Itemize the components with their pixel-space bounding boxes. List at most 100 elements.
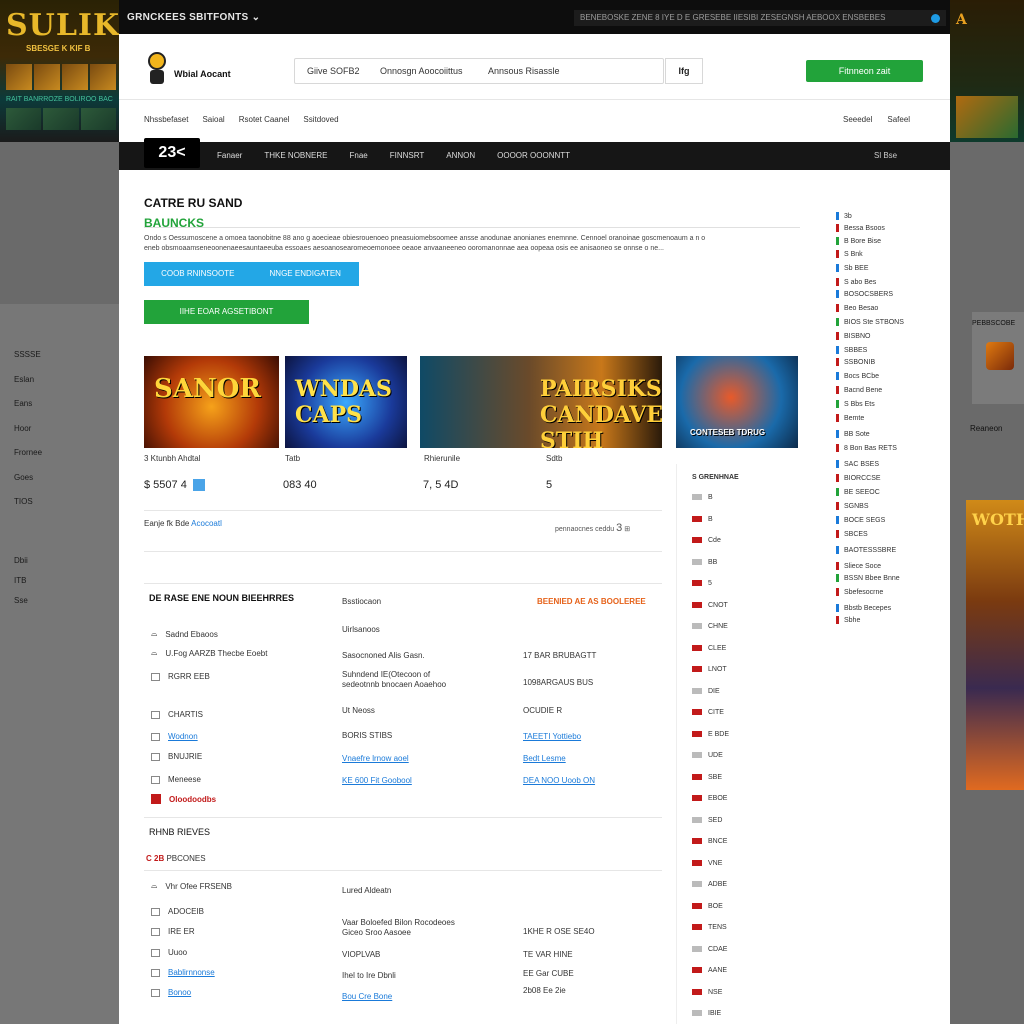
nav-item[interactable]: Fnae xyxy=(349,151,367,160)
left-side-item[interactable]: Goes xyxy=(14,473,42,498)
secondary-list-item[interactable]: VNE xyxy=(692,860,722,867)
left-side-item[interactable]: TIOS xyxy=(14,497,42,522)
left-side-item[interactable]: Eslan xyxy=(14,375,42,400)
sidebar-list-item[interactable]: Bemte xyxy=(836,414,864,422)
secondary-list-item[interactable]: LNOT xyxy=(692,666,727,673)
game-card-image[interactable]: PAIRSIKS CANDAVE STIH xyxy=(420,356,662,448)
list-item-detail[interactable]: Vnaefre lrnow aoel xyxy=(342,754,409,764)
sidebar-list-item[interactable]: BB Sote xyxy=(836,430,870,438)
help-icon[interactable] xyxy=(931,14,940,23)
list-item-value[interactable]: DEA NOO Uoob ON xyxy=(523,776,595,785)
list-item[interactable]: Wodnon xyxy=(151,732,198,741)
checkbox[interactable] xyxy=(151,672,160,681)
blue-button-2[interactable]: NNGE ENDIGATEN xyxy=(252,262,360,286)
list-item-value[interactable]: TAEETI Yottiebo xyxy=(523,732,581,741)
sidebar-list-item[interactable]: SAC BSES xyxy=(836,460,879,468)
list-item[interactable]: Uuoo xyxy=(151,948,187,957)
nav-item[interactable]: THKE NOBNERE xyxy=(264,151,327,160)
grid-icon[interactable]: ⊞ xyxy=(624,526,630,533)
list-item[interactable]: Meneese xyxy=(151,775,201,784)
secondary-list-item[interactable]: B xyxy=(692,516,713,523)
sidebar-list-item[interactable]: BAOTESSSBRE xyxy=(836,546,896,554)
game-card-name[interactable]: Tatb xyxy=(285,454,300,463)
checkbox[interactable] xyxy=(151,907,160,916)
sidebar-list-item[interactable]: SBCES xyxy=(836,530,868,538)
left-side-item[interactable]: Dbii xyxy=(14,556,28,576)
list-item[interactable]: BNUJRIE xyxy=(151,752,202,761)
secondary-list-item[interactable]: CLEE xyxy=(692,645,726,652)
game-card-name[interactable]: Rhierunile xyxy=(424,454,460,463)
subnav-link[interactable]: Saioal xyxy=(202,115,224,124)
sidebar-list-item[interactable]: Beo Besao xyxy=(836,304,878,312)
secondary-list-item[interactable]: CNOT xyxy=(692,602,728,609)
search-input[interactable]: Giive SOFB2 Onnosgn Aoocoiittus Annsous … xyxy=(294,58,664,84)
share-icon[interactable] xyxy=(192,479,205,492)
checkbox[interactable] xyxy=(151,927,160,936)
sidebar-list-item[interactable]: Bacnd Bene xyxy=(836,386,882,394)
game-card-image[interactable]: SANOR xyxy=(144,356,279,448)
search-button[interactable]: Ifg xyxy=(665,58,703,84)
sidebar-list-item[interactable]: BE SEEOC xyxy=(836,488,880,496)
list-item[interactable]: ⌓ Vhr Ofee FRSENB xyxy=(151,881,232,891)
secondary-list-item[interactable]: Cde xyxy=(692,537,721,544)
game-card-image[interactable]: CONTESEB TDRUG xyxy=(676,356,798,448)
sidebar-list-item[interactable]: BIOS Ste STBONS xyxy=(836,318,904,326)
list-item[interactable]: CHARTIS xyxy=(151,710,203,719)
checkbox[interactable] xyxy=(151,752,160,761)
search-segment[interactable]: Giive SOFB2 xyxy=(307,66,380,76)
sidebar-list-item[interactable]: Bocs BCbe xyxy=(836,372,879,380)
sidebar-list-item[interactable]: S Bnk xyxy=(836,250,863,258)
left-side-item[interactable]: Hoor xyxy=(14,424,42,449)
list-item-value[interactable]: Bedt Lesme xyxy=(523,754,566,763)
logo-icon[interactable] xyxy=(144,48,170,86)
game-card-name[interactable]: Sdtb xyxy=(546,454,562,463)
secondary-list-item[interactable]: BOE xyxy=(692,903,723,910)
subnav-link[interactable]: Rsotet Caanel xyxy=(239,115,290,124)
secondary-list-item[interactable]: UDE xyxy=(692,752,723,759)
secondary-list-item[interactable]: CHNE xyxy=(692,623,728,630)
subnav-link[interactable]: Ssitdoved xyxy=(303,115,338,124)
left-side-item[interactable]: ITB xyxy=(14,576,28,596)
sidebar-list-item[interactable]: SBBES xyxy=(836,346,867,354)
list-item-detail[interactable]: Bou Cre Bone xyxy=(342,992,392,1002)
right-banner-thumb[interactable] xyxy=(956,96,1018,138)
checkbox[interactable] xyxy=(151,948,160,957)
nav-tail[interactable]: Sl Bse xyxy=(874,151,897,160)
sidebar-list-item[interactable]: BOSOCSBERS xyxy=(836,290,893,298)
search-segment[interactable]: Onnosgn Aoocoiittus xyxy=(380,66,488,76)
secondary-list-item[interactable]: EBOE xyxy=(692,795,727,802)
search-segment[interactable]: Annsous Risassle xyxy=(488,66,628,76)
secondary-list-item[interactable]: B xyxy=(692,494,713,501)
checkbox[interactable] xyxy=(151,732,160,741)
secondary-list-item[interactable]: IBIE xyxy=(692,1010,721,1017)
sidebar-list-item[interactable]: S Bbs Ets xyxy=(836,400,875,408)
secondary-list-item[interactable]: E BDE xyxy=(692,731,729,738)
secondary-list-item[interactable]: NSE xyxy=(692,989,722,996)
list-item-detail[interactable]: KE 600 Fit Goobool xyxy=(342,776,412,786)
right-promo-card[interactable]: PEBBSCOBE xyxy=(972,312,1024,404)
brand-menu[interactable]: GRNCKEES SBITFONTS ⌄ xyxy=(127,12,260,23)
secondary-list-item[interactable]: AANE xyxy=(692,967,727,974)
sidebar-list-item[interactable]: S abo Bes xyxy=(836,278,876,286)
secondary-list-item[interactable]: SBE xyxy=(692,774,722,781)
sidebar-list-item[interactable]: Sbhe xyxy=(836,616,860,624)
secondary-list-item[interactable]: BNCE xyxy=(692,838,727,845)
sidebar-list-item[interactable]: SGNBS xyxy=(836,502,869,510)
left-side-item[interactable]: SSSSE xyxy=(14,350,42,375)
header-cta-button[interactable]: Fitnneon zait xyxy=(806,60,923,82)
sidebar-list-item[interactable]: Bessa Bsoos xyxy=(836,224,885,232)
checkbox[interactable] xyxy=(151,988,160,997)
right-poster[interactable]: WOTH xyxy=(966,500,1024,790)
secondary-list-item[interactable]: SED xyxy=(692,817,722,824)
nav-item[interactable]: OOOOR OOONNTT xyxy=(497,151,570,160)
sidebar-list-item[interactable]: Sbefesocrne xyxy=(836,588,883,596)
nav-item[interactable]: Fanaer xyxy=(217,151,242,160)
list-item[interactable]: ADOCEIB xyxy=(151,907,204,916)
list-item[interactable]: RGRR EEB xyxy=(151,672,210,681)
nav-badge[interactable]: 23< xyxy=(144,138,200,168)
section-orange-link[interactable]: BEENIED AE AS BOOLEREE xyxy=(537,597,646,606)
sidebar-list-item[interactable]: B Bore Bise xyxy=(836,237,881,245)
breadcrumb-link[interactable]: Acocoatl xyxy=(191,519,222,528)
sidebar-list-item[interactable]: BIORCCSE xyxy=(836,474,881,482)
left-game-banner[interactable]: SULIK SBESGE K KIF B RAIT BANRROZE BOLIR… xyxy=(0,0,119,142)
